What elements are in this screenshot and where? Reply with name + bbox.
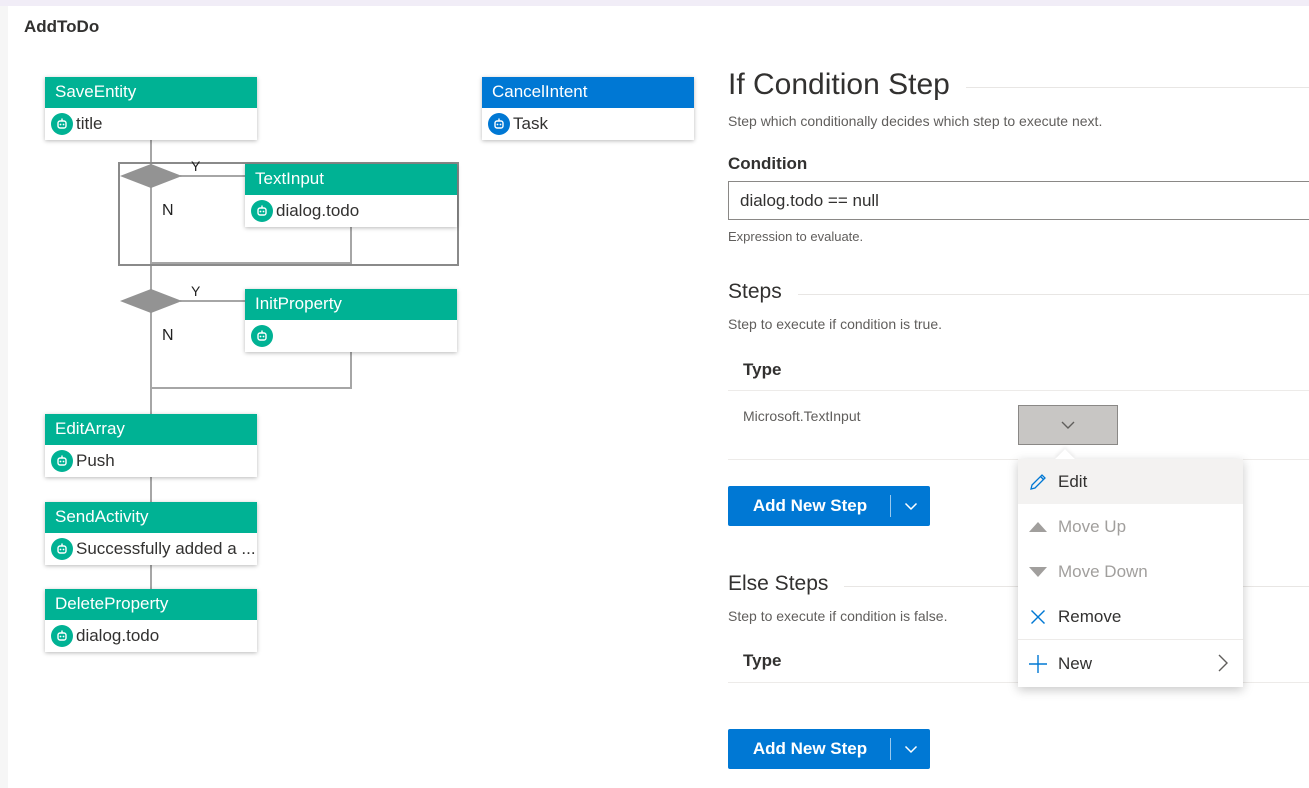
row-actions-dropdown-button[interactable]	[1018, 405, 1118, 445]
connector-line	[150, 262, 352, 264]
pencil-icon	[1030, 473, 1046, 490]
add-step-menu-toggle[interactable]	[891, 745, 930, 754]
bot-icon	[251, 200, 273, 222]
add-new-else-step-button[interactable]: Add New Step	[728, 729, 930, 769]
add-new-step-button[interactable]: Add New Step	[728, 486, 930, 526]
node-body-text: dialog.todo	[76, 626, 160, 645]
menu-item-new[interactable]: New	[1018, 641, 1243, 686]
triangle-down-icon	[1029, 566, 1047, 577]
node-body: dialog.todo	[245, 195, 457, 227]
node-cancel-intent[interactable]: CancelIntent Task	[482, 77, 694, 140]
condition-diamond[interactable]	[120, 164, 182, 188]
connector-line	[350, 226, 352, 264]
connector-line	[180, 300, 246, 302]
bot-icon	[51, 113, 73, 135]
menu-item-move-down[interactable]: Move Down	[1018, 549, 1243, 594]
else-steps-title: Else Steps	[728, 572, 829, 595]
bot-icon	[51, 538, 73, 560]
plus-icon	[1029, 654, 1047, 673]
condition-diamond[interactable]	[120, 289, 182, 313]
node-title: DeleteProperty	[45, 589, 257, 620]
node-title: CancelIntent	[482, 77, 694, 108]
node-delete-property[interactable]: DeleteProperty dialog.todo	[45, 589, 257, 652]
panel-description: Step which conditionally decides which s…	[728, 113, 1103, 129]
menu-item-move-up[interactable]: Move Up	[1018, 504, 1243, 549]
table-divider	[728, 390, 1309, 391]
condition-hint: Expression to evaluate.	[728, 229, 864, 244]
steps-row-type: Microsoft.TextInput	[743, 408, 861, 424]
menu-item-label: Remove	[1058, 606, 1122, 626]
node-body: Task	[482, 108, 694, 140]
connector-line	[350, 351, 352, 389]
else-steps-description: Step to execute if condition is false.	[728, 608, 948, 624]
flow-canvas: Y N Y N SaveEntity title CancelIntent Ta…	[0, 0, 700, 788]
add-new-step-label: Add New Step	[752, 496, 868, 515]
node-save-entity[interactable]: SaveEntity title	[45, 77, 257, 140]
node-body-text: Successfully added a ...	[76, 539, 256, 558]
node-body-text: title	[76, 114, 103, 133]
condition-label: Condition	[728, 154, 808, 173]
node-body	[245, 320, 457, 352]
triangle-up-icon	[1029, 521, 1047, 532]
node-body: Successfully added a ...	[45, 533, 257, 565]
node-init-property[interactable]: InitProperty	[245, 289, 457, 352]
menu-item-label: Edit	[1058, 471, 1088, 491]
node-title: TextInput	[245, 164, 457, 195]
divider	[797, 293, 1309, 295]
close-icon	[1031, 609, 1045, 624]
branch-no-label: N	[162, 202, 174, 219]
branch-yes-label: Y	[191, 158, 201, 174]
steps-type-header: Type	[743, 360, 782, 379]
branch-yes-label: Y	[191, 283, 201, 299]
node-body: title	[45, 108, 257, 140]
steps-title: Steps	[728, 280, 782, 303]
menu-item-label: New	[1058, 653, 1093, 673]
node-text-input[interactable]: TextInput dialog.todo	[245, 164, 457, 227]
node-body: Push	[45, 445, 257, 477]
node-body-text: dialog.todo	[276, 201, 360, 220]
else-steps-type-header: Type	[743, 651, 782, 670]
bot-icon	[251, 325, 273, 347]
panel-title: If Condition Step	[728, 68, 950, 101]
menu-divider	[1018, 639, 1243, 640]
node-body: dialog.todo	[45, 620, 257, 652]
steps-header: Steps	[728, 280, 1309, 304]
chevron-right-icon	[1218, 654, 1228, 672]
branch-no-label: N	[162, 327, 174, 344]
node-body-text: Push	[76, 451, 115, 470]
menu-item-edit[interactable]: Edit	[1018, 459, 1243, 504]
menu-item-remove[interactable]: Remove	[1018, 594, 1243, 639]
node-title: InitProperty	[245, 289, 457, 320]
add-new-step-label: Add New Step	[752, 739, 868, 758]
chevron-down-icon	[1061, 421, 1075, 429]
menu-item-label: Move Up	[1058, 516, 1127, 536]
steps-description: Step to execute if condition is true.	[728, 316, 943, 332]
connector-line	[150, 387, 352, 389]
bot-icon	[488, 113, 510, 135]
divider	[965, 86, 1309, 88]
node-send-activity[interactable]: SendActivity Successfully added a ...	[45, 502, 257, 565]
node-edit-array[interactable]: EditArray Push	[45, 414, 257, 477]
node-title: SaveEntity	[45, 77, 257, 108]
chevron-down-icon	[904, 502, 917, 510]
node-title: EditArray	[45, 414, 257, 445]
add-step-menu-toggle[interactable]	[891, 502, 930, 511]
bot-icon	[51, 625, 73, 647]
node-body-text: Task	[513, 114, 548, 133]
row-context-menu: Edit Move Up Move Down Remove New	[1018, 449, 1243, 687]
chevron-down-icon	[904, 745, 917, 753]
bot-icon	[51, 450, 73, 472]
condition-input[interactable]	[728, 181, 1309, 220]
connector-line	[180, 175, 246, 177]
menu-item-label: Move Down	[1058, 561, 1148, 581]
node-title: SendActivity	[45, 502, 257, 533]
panel-header: If Condition Step	[728, 68, 1309, 102]
